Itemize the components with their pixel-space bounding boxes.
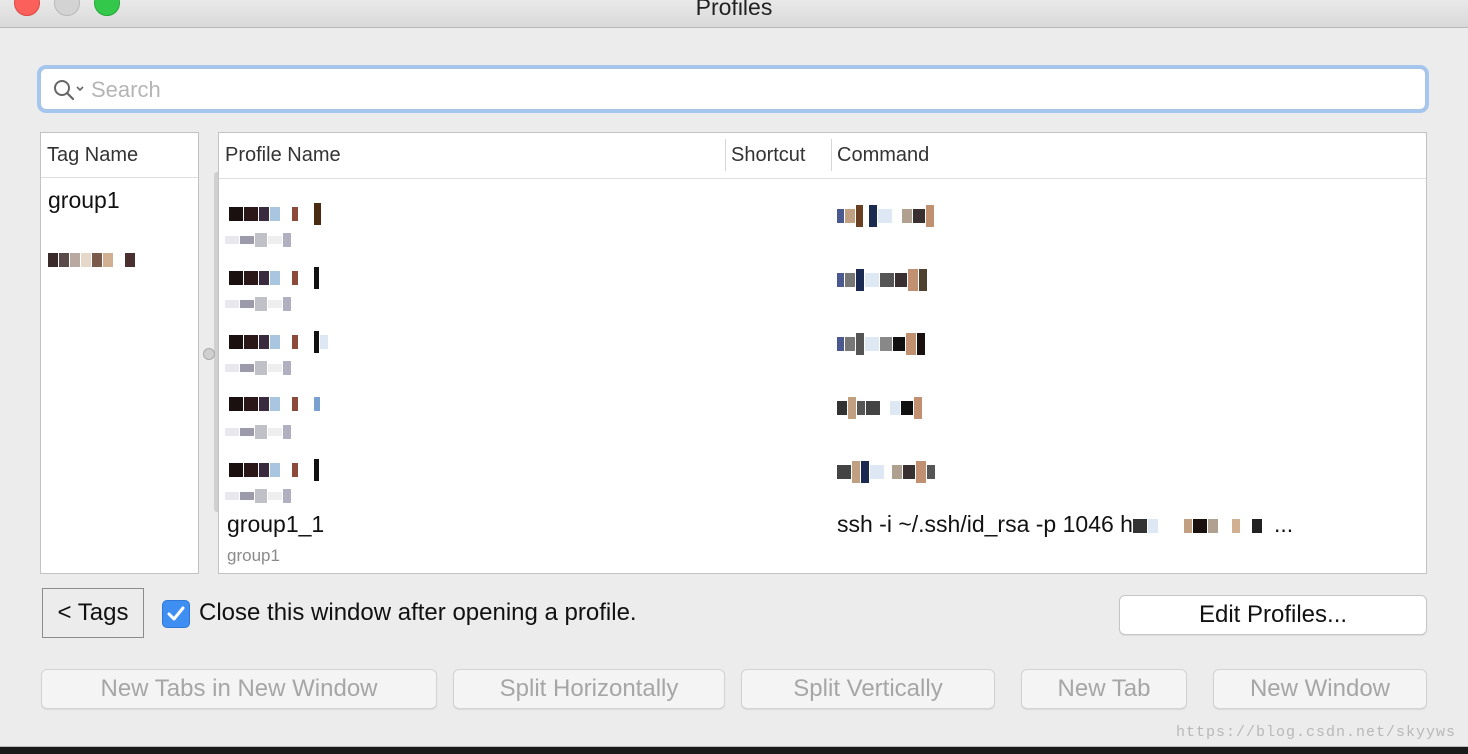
redacted-host bbox=[1132, 511, 1274, 537]
profile-row-redacted[interactable] bbox=[219, 377, 1426, 441]
redacted-tag bbox=[225, 231, 292, 249]
profile-row-redacted[interactable] bbox=[219, 249, 1426, 313]
edit-profiles-button[interactable]: Edit Profiles... bbox=[1119, 595, 1427, 635]
profile-name: group1_1 bbox=[227, 511, 325, 537]
profile-table: Profile Name Shortcut Command group1_1 g… bbox=[218, 132, 1427, 574]
search-icon bbox=[54, 80, 84, 101]
splitter-grip-icon[interactable] bbox=[203, 348, 215, 360]
redacted-profile-name bbox=[229, 331, 329, 353]
window-title: Profiles bbox=[695, 0, 773, 20]
new-tabs-in-new-window-button[interactable]: New Tabs in New Window bbox=[41, 669, 437, 709]
redacted-command bbox=[837, 269, 928, 291]
tag-list: Tag Name group1 bbox=[40, 132, 199, 574]
redacted-tag bbox=[225, 359, 292, 377]
profile-row-redacted[interactable] bbox=[219, 441, 1426, 505]
checkmark-icon bbox=[167, 606, 185, 621]
profile-row-redacted[interactable] bbox=[219, 185, 1426, 249]
profile-row-group1-1[interactable]: group1_1 group1 ssh -i ~/.ssh/id_rsa -p … bbox=[219, 505, 1426, 569]
redacted-command bbox=[837, 205, 935, 227]
redacted-profile-name bbox=[229, 459, 320, 481]
redacted-command bbox=[837, 333, 926, 355]
profile-table-header: Profile Name Shortcut Command bbox=[219, 133, 1426, 179]
profile-tag: group1 bbox=[227, 546, 280, 565]
close-after-open-checkbox[interactable] bbox=[162, 600, 190, 628]
new-window-button[interactable]: New Window bbox=[1213, 669, 1427, 709]
new-tab-button[interactable]: New Tab bbox=[1021, 669, 1187, 709]
redacted-tag bbox=[225, 487, 292, 505]
command-column-header[interactable]: Command bbox=[837, 133, 929, 177]
watermark: https://blog.csdn.net/skyyws bbox=[1176, 724, 1457, 741]
profile-name-column-header[interactable]: Profile Name bbox=[225, 133, 341, 177]
command-ellipsis: ... bbox=[1273, 511, 1294, 537]
profiles-window: Profiles Tag Name group1 Profile Name Sh… bbox=[0, 0, 1468, 747]
redacted-command bbox=[837, 461, 936, 483]
tag-item-group1[interactable]: group1 bbox=[41, 178, 198, 220]
redacted-tag bbox=[225, 423, 292, 441]
redacted-tag bbox=[225, 295, 292, 313]
search-input[interactable] bbox=[89, 73, 1413, 107]
split-horizontally-button[interactable]: Split Horizontally bbox=[453, 669, 725, 709]
redacted-command bbox=[837, 397, 923, 419]
tag-name-column-header[interactable]: Tag Name bbox=[41, 133, 198, 178]
redacted-profile-name bbox=[229, 395, 321, 413]
tags-toggle-button[interactable]: < Tags bbox=[42, 588, 144, 638]
column-divider[interactable] bbox=[831, 139, 832, 171]
title-bar: Profiles bbox=[0, 0, 1468, 28]
profile-row-redacted[interactable] bbox=[219, 313, 1426, 377]
redacted-profile-name bbox=[229, 203, 322, 225]
redacted-profile-name bbox=[229, 267, 320, 289]
tag-item-redacted[interactable] bbox=[41, 220, 198, 267]
command-text: ssh -i ~/.ssh/id_rsa -p 1046 h bbox=[837, 511, 1133, 537]
shortcut-column-header[interactable]: Shortcut bbox=[731, 133, 805, 177]
close-after-open-label[interactable]: Close this window after opening a profil… bbox=[199, 599, 637, 627]
redacted-text bbox=[48, 236, 136, 267]
column-divider[interactable] bbox=[725, 139, 726, 171]
search-field[interactable] bbox=[40, 68, 1426, 110]
profile-command: ssh -i ~/.ssh/id_rsa -p 1046 h... bbox=[837, 511, 1293, 538]
split-vertically-button[interactable]: Split Vertically bbox=[741, 669, 995, 709]
